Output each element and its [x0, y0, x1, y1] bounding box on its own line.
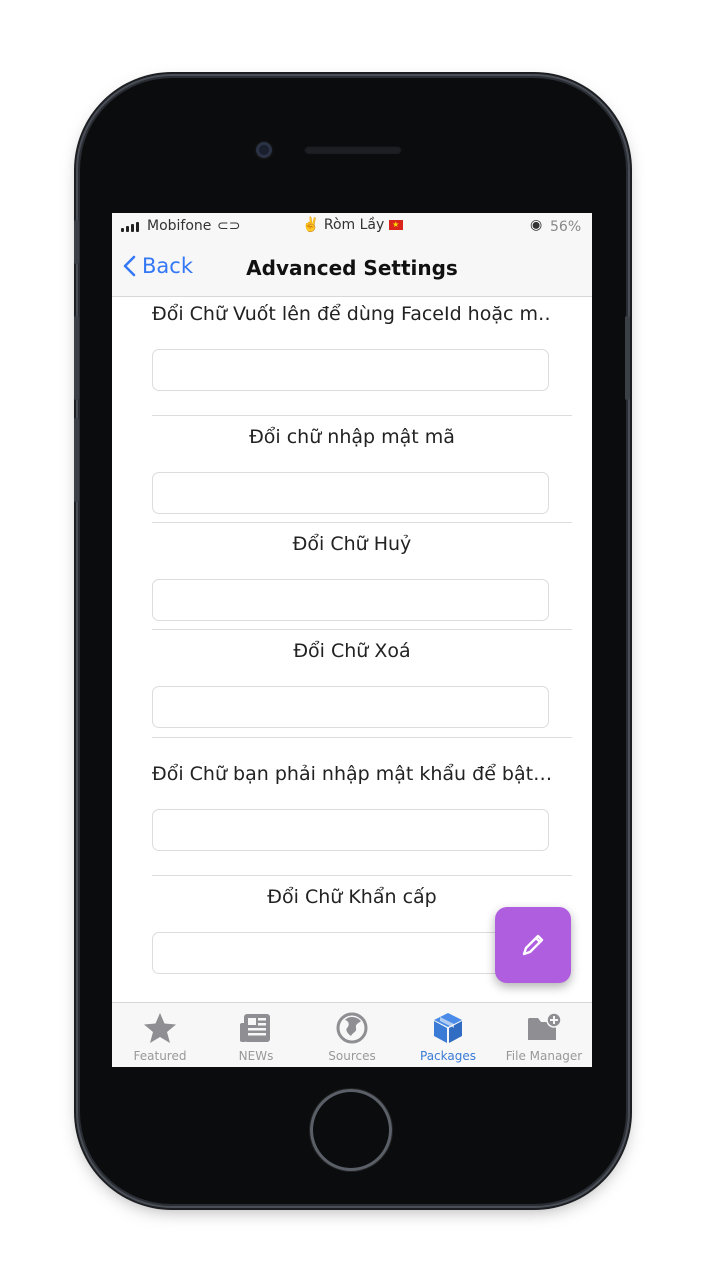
separator [152, 415, 572, 416]
separator [152, 875, 572, 876]
cancel-text-input[interactable] [152, 579, 549, 621]
star-icon [144, 1013, 176, 1043]
folder-plus-icon [528, 1012, 562, 1040]
signal-icon [121, 222, 139, 232]
tab-label: Packages [420, 1049, 476, 1063]
package-icon [434, 1013, 462, 1043]
globe-icon [336, 1012, 368, 1044]
tab-sources[interactable]: Sources [304, 1003, 400, 1067]
field-label-faceid: Đổi Chữ Vuốt lên để dùng FaceId hoặc m… [152, 303, 552, 325]
pencil-icon [522, 934, 544, 956]
power-button [625, 316, 630, 400]
volume-down-button [74, 418, 79, 502]
separator [152, 737, 572, 738]
tab-label: File Manager [505, 1049, 583, 1063]
faceid-text-input[interactable] [152, 349, 549, 391]
tab-label: Sources [328, 1049, 376, 1063]
tab-bar: Featured NEWs Sources Packages File Mana… [112, 1002, 592, 1067]
earpiece-speaker [304, 145, 402, 154]
field-label-passcode: Đổi chữ nhập mật mã [249, 426, 455, 448]
vietnam-flag-icon: ★ [388, 220, 403, 230]
link-icon: ⊂⊃ [217, 218, 241, 234]
navigation-bar: Back Advanced Settings [112, 241, 592, 297]
page-title: Advanced Settings [246, 256, 458, 280]
field-label-cancel: Đổi Chữ Huỷ [292, 533, 412, 555]
front-camera [256, 142, 272, 158]
tab-packages[interactable]: Packages [400, 1003, 496, 1067]
status-bar: Mobifone ⊂⊃ ✌️ Ròm Lầy ★ ◉ 56% [112, 213, 592, 241]
settings-list: Đổi Chữ Vuốt lên để dùng FaceId hoặc m… … [112, 297, 592, 1002]
carrier-name: Mobifone [147, 218, 212, 234]
edit-fab-button[interactable] [495, 907, 571, 983]
emergency-text-input[interactable] [152, 932, 549, 974]
tab-news[interactable]: NEWs [208, 1003, 304, 1067]
separator [152, 629, 572, 630]
mute-switch [74, 220, 79, 264]
status-center-text: ✌️ Ròm Lầy ★ [302, 217, 403, 233]
screen: Mobifone ⊂⊃ ✌️ Ròm Lầy ★ ◉ 56% Back Adva… [112, 213, 592, 1067]
separator [152, 522, 572, 523]
field-label-emergency: Đổi Chữ Khẩn cấp [267, 886, 437, 908]
delete-text-input[interactable] [152, 686, 549, 728]
newspaper-icon [240, 1014, 270, 1042]
volume-up-button [74, 316, 79, 400]
enable-password-text-input[interactable] [152, 809, 549, 851]
tab-featured[interactable]: Featured [112, 1003, 208, 1067]
battery-percent: 56% [550, 219, 582, 235]
tab-file-manager[interactable]: File Manager [496, 1003, 592, 1067]
passcode-text-input[interactable] [152, 472, 549, 514]
field-label-enable-password: Đổi Chữ bạn phải nhập mật khẩu để bật… [152, 763, 552, 785]
tab-label: NEWs [238, 1049, 274, 1063]
home-button[interactable] [310, 1089, 392, 1171]
tab-label: Featured [133, 1049, 187, 1063]
rotation-lock-icon: ◉ [530, 217, 543, 233]
field-label-delete: Đổi Chữ Xoá [293, 640, 411, 662]
